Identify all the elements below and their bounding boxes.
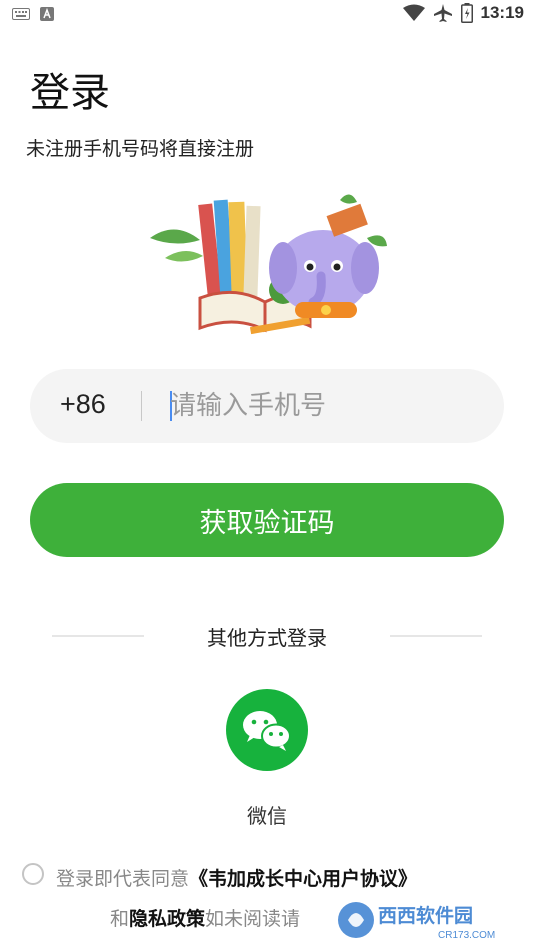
user-agreement-link[interactable]: 《韦加成长中心用户协议》: [189, 868, 417, 890]
status-right-icons: 13:19: [402, 3, 524, 23]
wifi-icon: [402, 4, 425, 21]
status-time: 13:19: [480, 3, 524, 22]
country-code[interactable]: +86: [60, 389, 106, 420]
airplane-icon: [433, 4, 452, 22]
divider-line-right: [390, 635, 482, 637]
agreement-radio[interactable]: [22, 863, 44, 885]
agreement-line-2: 和隐私政策如未阅读请: [110, 904, 300, 931]
agreement-prefix: 登录即代表同意: [56, 868, 190, 890]
agreement-text: 登录即代表同意《韦加成长中心用户协议》: [56, 864, 417, 891]
privacy-policy-link[interactable]: 隐私政策: [129, 908, 205, 930]
status-bar: 13:19: [0, 0, 534, 30]
phone-input-row: +86: [30, 369, 504, 443]
page-subtitle: 未注册手机号码将直接注册: [26, 138, 255, 160]
agreement-suffix: 如未阅读请: [205, 908, 301, 930]
page-title: 登录: [30, 70, 110, 116]
other-login-divider: 其他方式登录: [52, 622, 482, 652]
site-watermark: 西西软件园 CR173.COM: [338, 902, 495, 941]
books-elephant-illustration: [150, 194, 387, 335]
phone-number-input[interactable]: [170, 381, 470, 431]
country-code-divider: [141, 391, 142, 421]
status-left-icons: [12, 7, 54, 21]
get-verification-code-button[interactable]: 获取验证码: [30, 483, 504, 557]
keyboard-icon: [12, 8, 30, 20]
a-notification-icon: [40, 7, 54, 21]
agreement-and: 和: [110, 908, 130, 930]
wechat-label: 微信: [247, 804, 287, 828]
wechat-icon: [243, 711, 291, 751]
watermark-domain: CR173.COM: [438, 930, 495, 941]
watermark-brand: 西西软件园: [378, 904, 473, 927]
wechat-login-button[interactable]: [226, 689, 308, 771]
battery-icon: [460, 3, 473, 23]
agreement-row: 登录即代表同意《韦加成长中心用户协议》: [22, 862, 522, 892]
